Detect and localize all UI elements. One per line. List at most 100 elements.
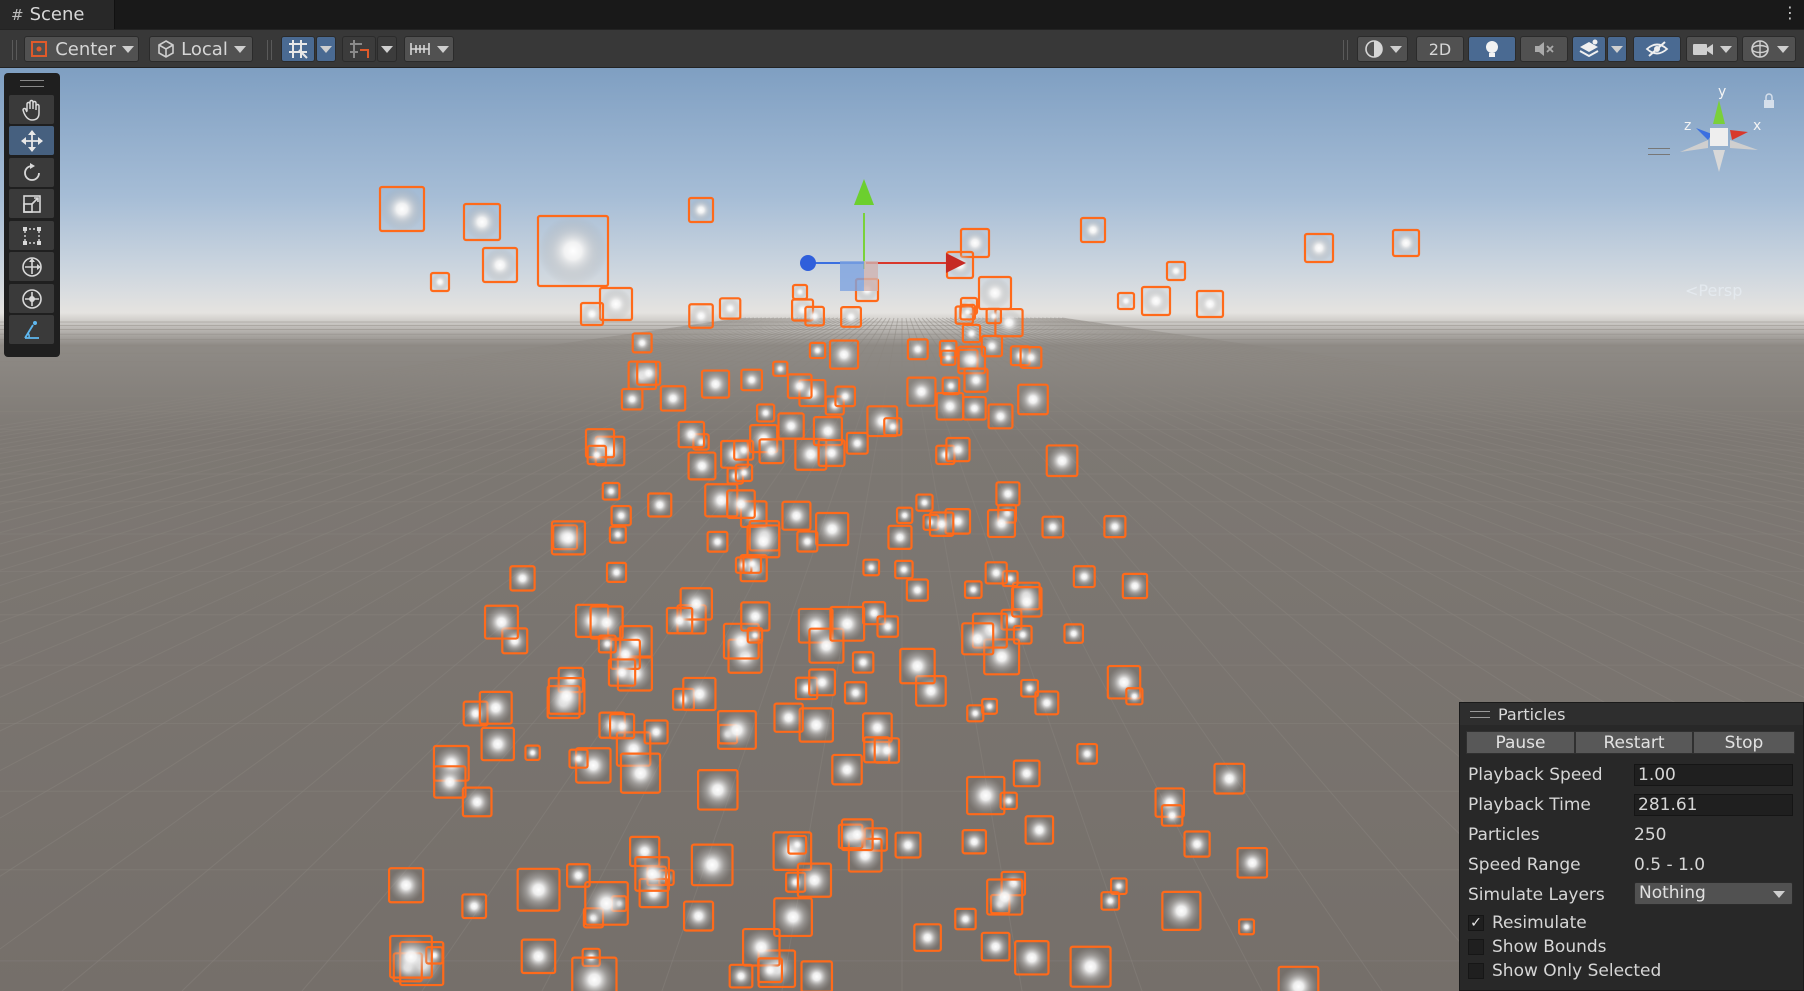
projection-label[interactable]: <Persp <box>1685 281 1742 300</box>
particle-sprite <box>883 417 903 437</box>
particle-sprite <box>696 769 739 811</box>
show-only-selected-label: Show Only Selected <box>1492 961 1662 981</box>
shape-tool[interactable] <box>9 315 54 344</box>
particle-sprite <box>945 436 971 463</box>
chevron-down-icon <box>437 45 449 53</box>
ruler-icon <box>410 43 430 55</box>
particle-sprite <box>726 489 756 519</box>
gizmo-grip[interactable] <box>1648 148 1670 155</box>
pivot-rotation-dropdown[interactable]: Local <box>149 36 253 62</box>
shading-mode-dropdown[interactable] <box>1357 36 1408 62</box>
particle-sprite <box>687 451 717 481</box>
axis-x-label: x <box>1753 118 1761 134</box>
particle-sprite <box>796 862 833 898</box>
pivot-rotation-label: Local <box>181 38 228 60</box>
playback-time-field[interactable]: 281.61 <box>1634 794 1793 816</box>
particle-sprite <box>1125 687 1144 706</box>
lock-icon[interactable] <box>1762 93 1776 109</box>
chevron-down-icon <box>320 45 332 53</box>
lighting-toggle[interactable] <box>1468 36 1516 62</box>
particle-sprite <box>524 744 541 762</box>
particle-sprite <box>746 627 764 644</box>
shape-edit-icon <box>23 320 39 339</box>
move-handle-gizmo[interactable] <box>780 103 980 343</box>
particle-sprite <box>687 196 715 224</box>
hand-tool[interactable] <box>9 95 54 124</box>
particle-sprite <box>915 493 934 512</box>
particle-sprite <box>608 713 636 740</box>
particle-sprite <box>1019 346 1043 369</box>
particle-sprite <box>1045 444 1079 478</box>
simulate-layers-dropdown[interactable]: Nothing <box>1634 882 1793 905</box>
particle-sprite <box>677 420 706 449</box>
pivot-mode-dropdown[interactable]: Center <box>24 36 139 62</box>
rotate-tool[interactable] <box>9 158 54 187</box>
grid-snap-dropdown[interactable] <box>316 36 336 62</box>
show-bounds-toggle[interactable]: Show Bounds <box>1468 937 1607 957</box>
particle-sprite <box>831 753 863 786</box>
custom-editor-tool-icon <box>21 288 42 309</box>
axis-z-label: z <box>1684 118 1691 134</box>
mode-2d-button[interactable]: 2D <box>1416 36 1464 62</box>
scale-tool[interactable] <box>9 189 54 218</box>
effects-toggle[interactable] <box>1572 36 1606 62</box>
show-bounds-checkbox[interactable] <box>1468 939 1484 955</box>
grid-snap-button[interactable] <box>281 36 315 62</box>
particle-sprite <box>631 332 653 354</box>
toolbar-grip[interactable] <box>12 40 17 60</box>
particle-sprite <box>845 431 869 455</box>
particle-sprite <box>817 438 846 467</box>
increment-snap-icon <box>350 40 369 58</box>
particles-count-label: Particles <box>1468 825 1540 845</box>
particle-sprite <box>480 726 515 762</box>
scene-camera-dropdown[interactable] <box>1686 36 1738 62</box>
particle-sprite <box>961 622 995 656</box>
resimulate-toggle[interactable]: ✓ Resimulate <box>1468 913 1587 933</box>
particle-sprite <box>665 606 694 635</box>
toolbar-grip[interactable] <box>1343 40 1348 60</box>
playback-speed-field[interactable]: 1.00 <box>1634 764 1793 786</box>
increment-snap-dropdown[interactable] <box>377 36 397 62</box>
ruler-dropdown[interactable] <box>404 36 454 62</box>
increment-snap-button[interactable] <box>342 36 376 62</box>
show-only-selected-checkbox[interactable] <box>1468 963 1484 979</box>
particle-sprite <box>1012 624 1033 645</box>
hidden-objects-icon <box>1645 41 1669 57</box>
particle-sprite <box>757 957 784 984</box>
particle-sprite <box>547 677 586 715</box>
transform-tool[interactable] <box>9 252 54 281</box>
hidden-objects-toggle[interactable] <box>1633 36 1681 62</box>
pivot-center-icon <box>31 41 48 57</box>
particles-overlay-header[interactable]: Particles <box>1460 703 1803 725</box>
rect-tool[interactable] <box>9 221 54 250</box>
restart-button[interactable]: Restart <box>1575 731 1693 754</box>
particle-sprite <box>550 520 587 556</box>
particle-sprite <box>963 580 983 600</box>
custom-tool[interactable] <box>9 284 54 313</box>
particle-sprite <box>1303 232 1335 264</box>
resimulate-checkbox[interactable]: ✓ <box>1468 915 1484 931</box>
particle-sprite <box>610 504 632 527</box>
grid-hash-icon: # <box>11 5 24 24</box>
stop-button[interactable]: Stop <box>1693 731 1795 754</box>
tab-scene[interactable]: # Scene <box>0 0 115 29</box>
kebab-menu-icon[interactable]: ⋮ <box>1782 3 1798 22</box>
particle-sprite <box>387 867 425 904</box>
particle-sprite <box>808 668 837 697</box>
particle-sprite <box>815 511 850 547</box>
move-tool[interactable] <box>9 126 54 155</box>
tools-overlay-grip[interactable] <box>20 80 44 87</box>
scene-toolbar: Center Local 2D <box>0 29 1804 68</box>
show-only-selected-toggle[interactable]: Show Only Selected <box>1468 961 1661 981</box>
particle-sprite <box>962 395 987 421</box>
audio-toggle[interactable] <box>1520 36 1568 62</box>
gizmos-dropdown[interactable] <box>1742 36 1796 62</box>
pause-button[interactable]: Pause <box>1466 731 1575 754</box>
effects-dropdown[interactable] <box>1607 36 1627 62</box>
particle-sprite <box>828 339 860 370</box>
toolbar-grip[interactable] <box>267 40 272 60</box>
particle-sprite <box>1100 891 1121 911</box>
particles-overlay: Particles Pause Restart Stop Playback Sp… <box>1459 702 1804 991</box>
particle-sprite <box>1161 890 1202 931</box>
particle-sprite <box>1391 228 1421 258</box>
